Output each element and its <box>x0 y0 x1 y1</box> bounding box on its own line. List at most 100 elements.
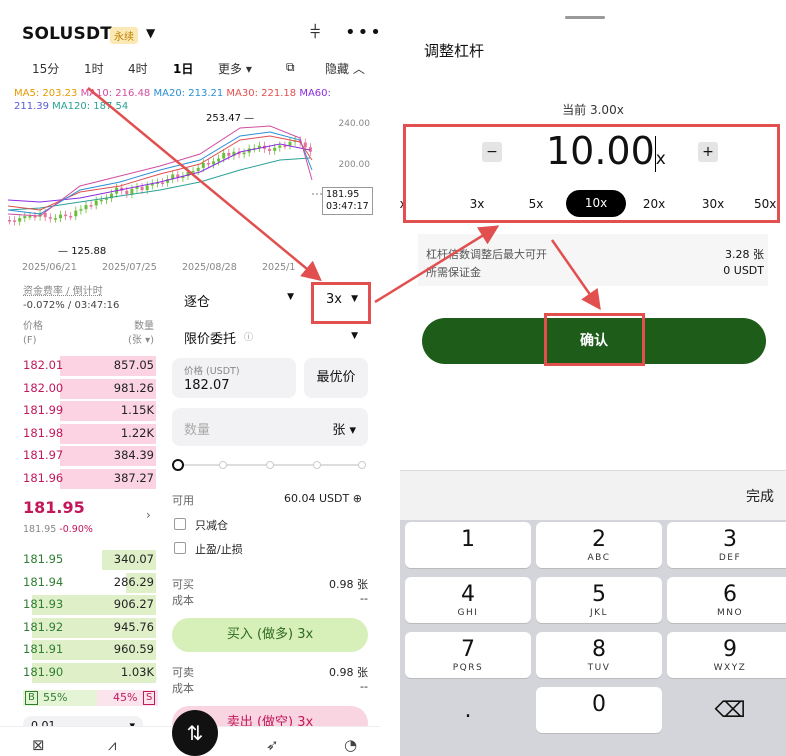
key-letters: ABC <box>587 553 611 563</box>
key-letters: WXYZ <box>713 663 747 673</box>
candle <box>196 167 200 171</box>
ma-value: MA10: 216.48 <box>80 88 154 99</box>
quantity-input[interactable]: 数量 张 ▾ <box>172 408 368 446</box>
order-type-select[interactable]: 限价委托 ⓘ ▼ <box>172 322 368 350</box>
tpsl-checkbox[interactable] <box>174 542 186 554</box>
candle <box>79 209 83 211</box>
key-7[interactable]: 7 PQRS <box>405 632 531 678</box>
key-3[interactable]: 3 DEF <box>667 522 786 568</box>
row-price: 181.93 <box>23 597 64 611</box>
orderbook-row[interactable]: 182.00 981.26 <box>0 378 160 400</box>
key-0[interactable]: 0 <box>536 687 662 733</box>
orderbook-row[interactable]: 181.94 286.29 <box>0 572 160 594</box>
row-price: 181.91 <box>23 642 64 656</box>
symbol-title[interactable]: SOLUSDT <box>22 24 112 44</box>
chevron-down-icon[interactable]: ▼ <box>146 26 155 40</box>
orderbook-row[interactable]: 181.92 945.76 <box>0 617 160 639</box>
key-letters: DEF <box>718 553 742 563</box>
lev-option-50x[interactable]: 50x <box>754 197 778 211</box>
lev-option-10x[interactable]: 10x <box>566 190 626 217</box>
key-letters: MNO <box>716 608 744 618</box>
lev-option-30x[interactable]: 30x <box>690 197 736 211</box>
key-digit: 1 <box>461 527 475 552</box>
key-5[interactable]: 5 JKL <box>536 577 662 623</box>
orderbook-row[interactable]: 181.98 1.22K <box>0 423 160 445</box>
lev-option-20x[interactable]: 20x <box>631 197 677 211</box>
hide-toggle[interactable]: 隐藏 ︿ <box>325 60 365 77</box>
key-dot[interactable]: . <box>405 687 531 733</box>
row-price: 181.92 <box>23 619 64 634</box>
can-buy-value: 0.98 张 <box>329 578 368 591</box>
buy-long-button[interactable]: 买入 (做多) 3x <box>172 618 368 652</box>
key-digit: ⌫ <box>714 698 746 723</box>
orderbook-row[interactable]: 181.91 960.59 <box>0 639 160 661</box>
margin-mode-select[interactable]: 逐仓 ▼ <box>172 286 304 312</box>
lev-option-2x[interactable]: 2x <box>400 197 428 211</box>
key-2[interactable]: 2 ABC <box>536 522 662 568</box>
backspace-key[interactable]: ⌫ <box>667 687 786 733</box>
price-col-header: 价格 (F) <box>23 321 43 346</box>
more-icon[interactable]: ••• <box>345 22 380 43</box>
tf-15m[interactable]: 15分 <box>32 60 59 77</box>
row-qty: 340.07 <box>113 552 154 566</box>
y-tick-200: 200.00 <box>338 160 371 170</box>
orderbook-row[interactable]: 181.96 387.27 <box>0 468 160 490</box>
tf-4h[interactable]: 4时 <box>128 60 148 77</box>
tf-1h[interactable]: 1时 <box>84 60 104 77</box>
cost-value-2: -- <box>360 680 368 693</box>
grid-icon[interactable]: ⊠ <box>32 736 45 754</box>
key-6[interactable]: 6 MNO <box>667 577 786 623</box>
tf-1d[interactable]: 1日 <box>173 60 193 77</box>
key-1[interactable]: 1 <box>405 522 531 568</box>
lev-option-5x[interactable]: 5x <box>513 197 559 211</box>
chevron-right-icon[interactable]: › <box>146 508 151 522</box>
best-price-button[interactable]: 最优价 <box>304 358 368 398</box>
reduce-only-checkbox[interactable] <box>174 518 186 530</box>
leverage-input[interactable]: 10.00x <box>546 128 666 182</box>
quantity-slider[interactable] <box>172 458 368 472</box>
row-price: 181.99 <box>23 403 64 417</box>
leverage-dialog-screen: 调整杠杆 当前 3.00x − 10.00x + 2x 3x 5x 10x 20… <box>400 0 786 756</box>
perpetual-badge: 永续 <box>110 27 138 44</box>
minus-button[interactable]: − <box>482 142 502 162</box>
orderbook-row[interactable]: 181.93 906.27 <box>0 594 160 616</box>
candle <box>303 142 307 148</box>
pie-icon[interactable]: ◔ <box>344 736 357 754</box>
orderbook-row[interactable]: 181.95 340.07 <box>0 549 160 571</box>
key-8[interactable]: 8 TUV <box>536 632 662 678</box>
keyboard-toolbar <box>400 470 786 520</box>
key-digit: 5 <box>592 582 606 607</box>
leverage-select[interactable]: 3x ▼ <box>314 286 368 316</box>
key-4[interactable]: 4 GHI <box>405 577 531 623</box>
done-button[interactable]: 完成 <box>746 486 774 506</box>
last-price: 181.95 <box>23 498 85 517</box>
chart-icon[interactable]: ⩘ <box>108 736 116 754</box>
key-9[interactable]: 9 WXYZ <box>667 632 786 678</box>
compass-icon[interactable]: ➶ <box>266 736 279 754</box>
lev-option-3x[interactable]: 3x <box>454 197 500 211</box>
qty-col-header[interactable]: 数量 (张 ▾) <box>120 320 154 348</box>
orderbook-row[interactable]: 181.90 1.03K <box>0 662 160 684</box>
row-price: 181.95 <box>23 552 64 566</box>
price-chart[interactable] <box>0 110 380 260</box>
screenshot-icon[interactable]: ⧉ <box>286 60 295 75</box>
drag-handle[interactable] <box>565 16 605 19</box>
price-input[interactable]: 价格 (USDT) 182.07 <box>172 358 296 398</box>
row-qty: 1.03K <box>120 664 154 679</box>
row-price: 181.90 <box>23 664 64 679</box>
current-leverage: 当前 3.00x <box>562 103 624 117</box>
candle <box>145 185 149 191</box>
confirm-button[interactable]: 确认 <box>422 318 766 364</box>
plus-button[interactable]: + <box>698 142 718 162</box>
trade-icon[interactable]: ⇅ <box>172 710 218 756</box>
candlestick-icon[interactable]: ⫩ <box>310 22 320 43</box>
orderbook-row[interactable]: 181.97 384.39 <box>0 445 160 467</box>
orderbook-row[interactable]: 181.99 1.15K <box>0 400 160 422</box>
row-qty: 387.27 <box>113 470 154 485</box>
orderbook-row[interactable]: 182.01 857.05 <box>0 355 160 377</box>
candle <box>268 148 272 151</box>
candle <box>222 152 226 159</box>
plus-circle-icon[interactable]: ⊕ <box>353 492 362 505</box>
dialog-title: 调整杠杆 <box>424 42 485 60</box>
tf-more[interactable]: 更多 ▾ <box>218 60 252 77</box>
